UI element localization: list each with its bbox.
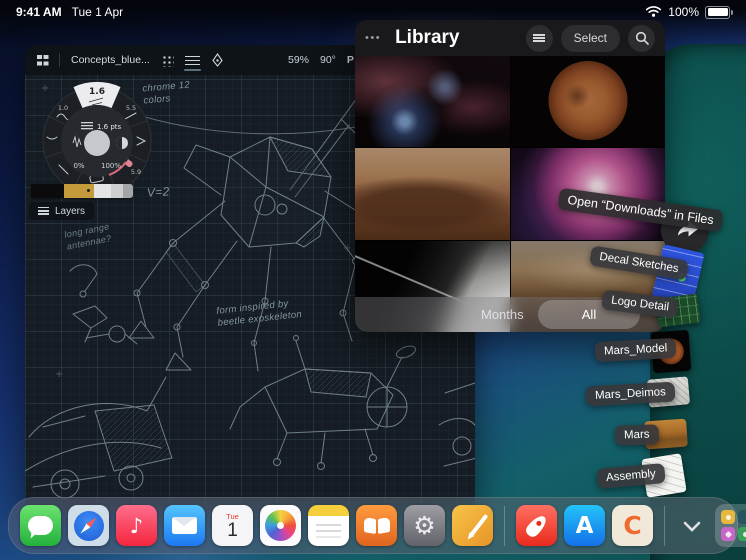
app-library-icon[interactable] [715,504,746,547]
rocket-app-icon[interactable] [516,505,557,546]
dock-divider [664,505,665,546]
safari-app-icon[interactable] [68,505,109,546]
rotation-value[interactable]: 90° [320,54,336,66]
battery-percent: 100% [668,5,699,19]
view-options-button[interactable] [525,24,553,52]
svg-text:+: + [343,243,351,254]
clock: 9:41 AM [16,5,62,19]
pen-icon [470,513,489,536]
opacity-max[interactable]: 100% [101,162,121,170]
open-book-icon [364,518,390,534]
library-header: ••• Library Select [355,20,665,56]
calendar-app-icon[interactable]: Tue 1 [212,505,253,546]
photos-app-icon[interactable] [260,505,301,546]
ipad-screen: 9:41 AM Tue 1 Apr 100% + + + chrome 12 c… [0,0,746,560]
brush-size-marker[interactable]: 5.9 [131,168,141,176]
app-store-app-icon[interactable]: A [564,505,605,546]
appstore-a-icon: A [575,512,594,539]
segment-months[interactable]: Months [481,297,524,332]
photo-mars-hills[interactable] [355,148,510,240]
flower-icon [265,510,296,541]
photos-library-window: ••• Library Select Months All [355,20,665,332]
music-app-icon[interactable]: ♪ [116,505,157,546]
brush-size-left[interactable]: 1.0 [58,104,68,112]
document-title[interactable]: Concepts_blue... [71,54,150,66]
books-app-icon[interactable] [356,505,397,546]
wifi-icon [645,5,662,20]
status-bar: 9:41 AM Tue 1 Apr 100% [0,0,746,24]
layers-button[interactable]: Layers [29,202,95,220]
pen-nib-icon[interactable] [211,53,224,67]
stroke-width-label[interactable]: 1.6 pts [97,123,122,131]
calendar-day: 1 [227,519,238,541]
dock-divider [504,505,505,546]
photo-horsehead-nebula[interactable] [355,56,510,148]
list-lines-icon [533,34,546,42]
search-button[interactable] [628,24,655,52]
line-grid-icon[interactable] [183,55,201,71]
envelope-icon [172,517,197,534]
svg-text:+: + [55,369,63,380]
swirl-icon: C [623,511,642,540]
concepts-app-icon[interactable] [452,505,493,546]
chat-bubble-icon [28,516,53,535]
mail-app-icon[interactable] [164,505,205,546]
date: Tue 1 Apr [71,5,124,19]
compass-needle-icon [77,514,100,537]
messages-app-icon[interactable] [20,505,61,546]
brush-size-right[interactable]: 5.5 [126,104,136,112]
rocket-icon [523,512,550,539]
dot-grid-icon[interactable] [160,53,174,67]
gear-icon: ⚙ [413,511,436,540]
toolbar-divider [59,53,60,67]
wheel-center-knob[interactable] [84,130,110,156]
active-tool-size[interactable]: 1.6 [89,87,105,97]
layers-label: Layers [55,205,86,217]
music-note-icon: ♪ [129,513,144,538]
color-strip[interactable] [31,184,133,198]
settings-app-icon[interactable]: ⚙ [404,505,445,546]
select-button[interactable]: Select [560,24,620,52]
drag-label[interactable]: Mars [614,424,659,446]
opacity-min[interactable]: 0% [73,162,84,170]
zoom-level[interactable]: 59% [288,54,309,66]
battery-icon [705,5,733,19]
chevron-down-icon [683,521,701,532]
layers-icon [38,207,49,215]
photo-mars-planet[interactable] [510,56,665,148]
search-icon [635,31,649,45]
gallery-grid-icon[interactable] [37,54,48,66]
creative-swirl-app-icon[interactable]: C [612,505,653,546]
drag-label[interactable]: Mars_Model [594,337,677,363]
tool-wheel[interactable]: 1.0 5.5 5.9 6.9 1.6 1.6 pts 0% 100% [39,79,155,199]
notes-app-icon[interactable] [308,505,349,546]
dock: ♪ Tue 1 ⚙ A C [8,497,746,554]
library-title: Library [395,27,460,48]
window-menu-dots[interactable]: ••• [365,32,381,44]
dock-collapse-button[interactable] [676,505,708,546]
